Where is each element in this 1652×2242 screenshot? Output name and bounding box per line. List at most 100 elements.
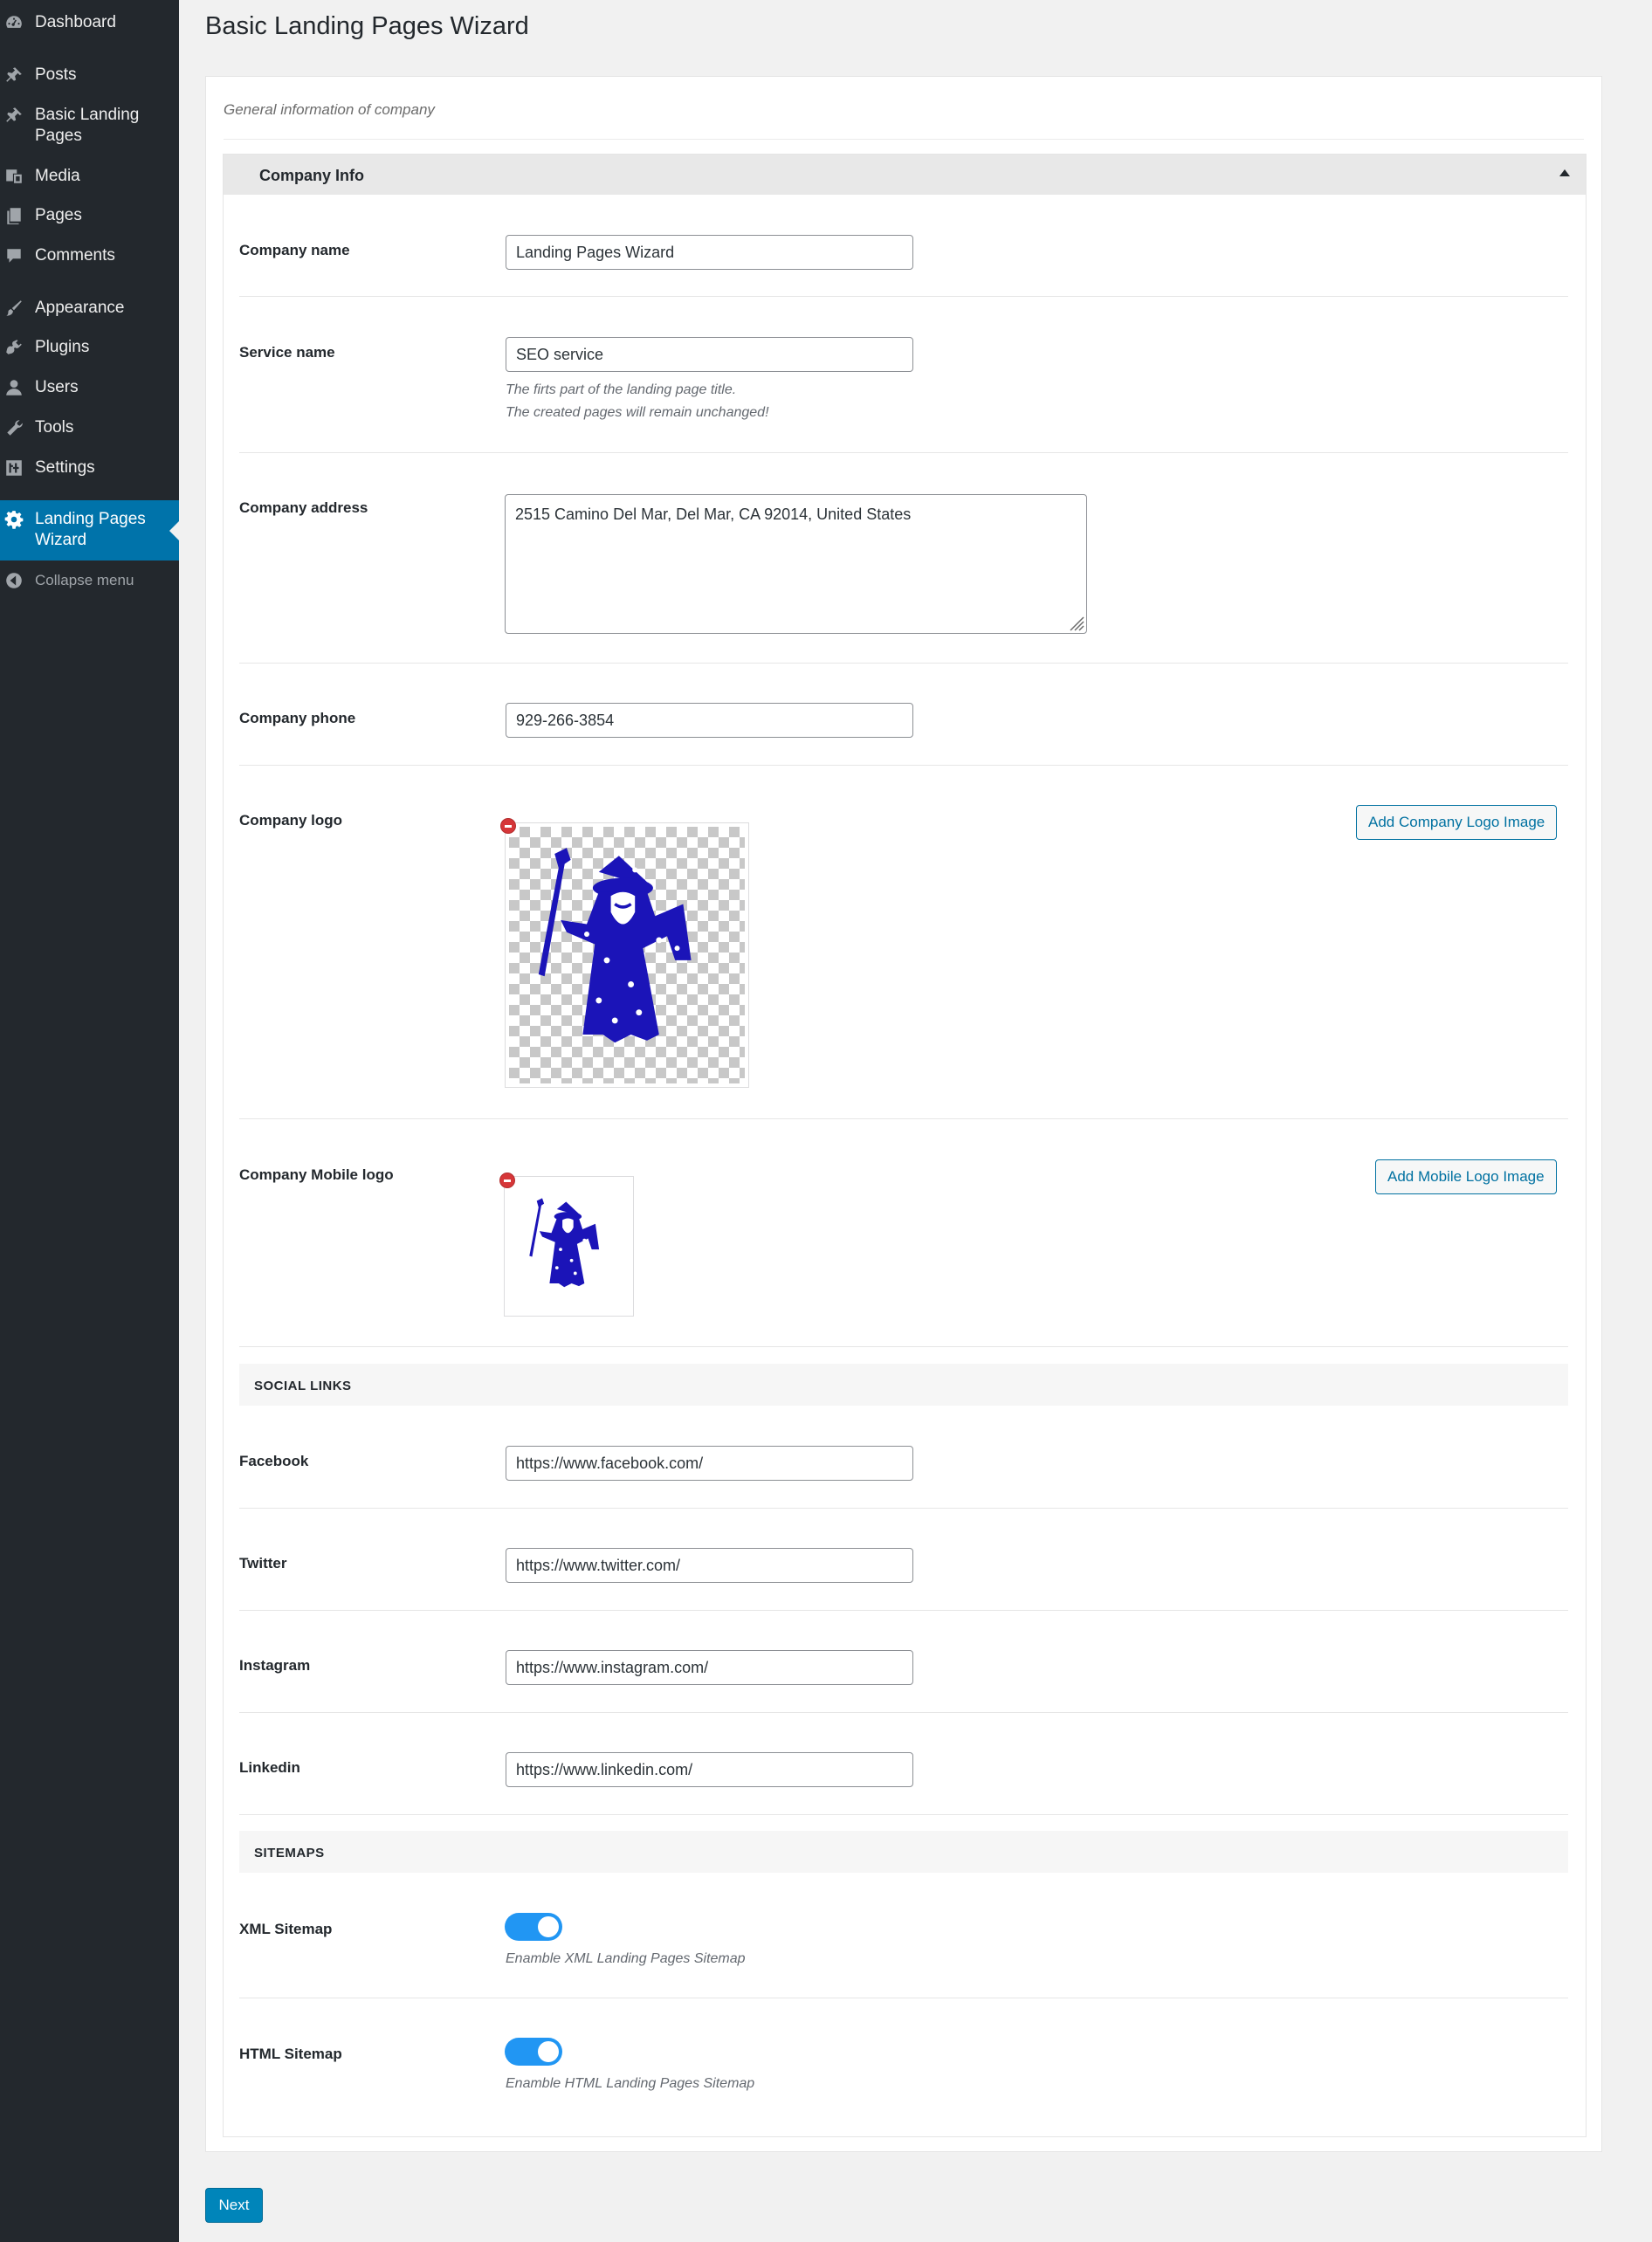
divider (239, 1508, 1568, 1509)
sidebar-item-label: Pages (35, 206, 82, 224)
sidebar-item-plugins[interactable]: Plugins (0, 337, 179, 358)
sidebar-item-appearance[interactable]: Appearance (0, 298, 179, 319)
sitemaps-subheader: SITEMAPS (239, 1831, 1568, 1873)
collapse-arrow-icon (3, 570, 24, 591)
sidebar-item-basic-landing-pages[interactable]: Basic Landing Pages (0, 105, 157, 147)
linkedin-label: Linkedin (239, 1759, 300, 1776)
sidebar-item-pages[interactable]: Pages (0, 205, 179, 226)
company-logo-label: Company logo (239, 812, 343, 829)
pushpin-icon (3, 65, 24, 86)
page-title: Basic Landing Pages Wizard (205, 12, 529, 40)
social-links-subheader: SOCIAL LINKS (239, 1364, 1568, 1406)
sidebar-item-label: Users (35, 378, 79, 396)
divider (224, 139, 1584, 140)
sidebar-item-label: Dashboard (35, 13, 116, 31)
divider (239, 1814, 1568, 1815)
section-header-company-info[interactable]: Company Info (224, 155, 1586, 195)
divider (239, 1610, 1568, 1611)
user-icon (3, 377, 24, 398)
wizard-logo-image (529, 1198, 600, 1288)
sidebar-item-label: Basic Landing Pages (35, 106, 140, 145)
sidebar-item-label: Collapse menu (35, 572, 134, 588)
service-name-help: The firts part of the landing page title… (506, 382, 737, 397)
company-phone-input[interactable]: 929-266-3854 (506, 703, 913, 738)
transparent-background (509, 827, 745, 1083)
sidebar-item-landing-pages-wizard[interactable]: Landing Pages Wizard (0, 500, 179, 560)
toggle-knob (538, 1916, 559, 1937)
xml-sitemap-toggle[interactable] (505, 1913, 562, 1941)
html-sitemap-help: Enamble HTML Landing Pages Sitemap (506, 2076, 755, 2091)
next-button[interactable]: Next (205, 2188, 263, 2223)
company-mobile-logo-label: Company Mobile logo (239, 1166, 394, 1183)
collapse-menu-button[interactable]: Collapse menu (0, 570, 179, 591)
plugin-icon (3, 337, 24, 358)
html-sitemap-label: HTML Sitemap (239, 2046, 342, 2062)
sidebar-item-label: Posts (35, 65, 77, 84)
divider (239, 765, 1568, 766)
active-indicator-arrow (169, 520, 179, 540)
company-name-input[interactable]: Landing Pages Wizard (506, 235, 913, 270)
sidebar-item-settings[interactable]: Settings (0, 457, 179, 478)
paintbrush-icon (3, 298, 24, 319)
add-company-logo-button[interactable]: Add Company Logo Image (1356, 805, 1558, 840)
sidebar-item-label: Settings (35, 458, 95, 477)
remove-logo-icon[interactable] (500, 818, 516, 834)
divider (239, 1118, 1568, 1119)
divider (239, 663, 1568, 664)
resize-handle-icon[interactable] (1065, 612, 1084, 631)
xml-sitemap-help: Enamble XML Landing Pages Sitemap (506, 1951, 746, 1966)
remove-mobile-logo-icon[interactable] (499, 1173, 515, 1188)
sidebar-item-label: Comments (35, 246, 115, 265)
html-sitemap-toggle[interactable] (505, 2038, 562, 2066)
sidebar-item-dashboard[interactable]: Dashboard (0, 12, 179, 33)
wizard-logo-image (538, 848, 692, 1043)
divider (239, 1712, 1568, 1713)
admin-sidebar: Dashboard Posts Basic Landing Pages Medi… (0, 0, 179, 2242)
dashboard-icon (3, 12, 24, 33)
mobile-logo-preview (504, 1176, 634, 1317)
sidebar-item-label: Media (35, 167, 80, 185)
section-title: Company Info (259, 167, 364, 184)
comment-icon (3, 245, 24, 266)
service-name-label: Service name (239, 344, 335, 361)
gear-icon (3, 509, 24, 530)
subheader-title: SITEMAPS (254, 1846, 325, 1860)
service-name-input[interactable]: SEO service (506, 337, 913, 372)
company-address-textarea[interactable]: 2515 Camino Del Mar, Del Mar, CA 92014, … (505, 494, 1087, 634)
instagram-url-input[interactable]: https://www.instagram.com/ (506, 1650, 913, 1685)
toggle-knob (538, 2041, 559, 2062)
divider (239, 452, 1568, 453)
page-description: General information of company (224, 101, 435, 118)
instagram-label: Instagram (239, 1657, 311, 1674)
company-address-label: Company address (239, 499, 368, 516)
twitter-label: Twitter (239, 1555, 287, 1571)
company-name-label: Company name (239, 242, 350, 258)
facebook-url-input[interactable]: https://www.facebook.com/ (506, 1446, 913, 1481)
sidebar-item-label: Appearance (35, 299, 125, 317)
company-logo-preview (505, 822, 749, 1088)
sidebar-item-label: Plugins (35, 338, 90, 356)
linkedin-url-input[interactable]: https://www.linkedin.com/ (506, 1752, 913, 1787)
media-icon (3, 166, 24, 187)
collapse-caret-icon[interactable] (1559, 169, 1570, 176)
sidebar-item-tools[interactable]: Tools (0, 417, 179, 438)
sidebar-item-posts[interactable]: Posts (0, 65, 179, 86)
sidebar-item-label: Tools (35, 418, 74, 437)
subheader-title: SOCIAL LINKS (254, 1379, 352, 1393)
sidebar-item-comments[interactable]: Comments (0, 245, 179, 266)
divider (239, 296, 1568, 297)
pages-icon (3, 205, 24, 226)
divider (239, 1346, 1568, 1347)
service-name-help-warning: The created pages will remain unchanged! (506, 405, 769, 420)
xml-sitemap-label: XML Sitemap (239, 1921, 333, 1937)
facebook-label: Facebook (239, 1453, 309, 1469)
sidebar-item-media[interactable]: Media (0, 166, 179, 187)
wrench-icon (3, 417, 24, 438)
sidebar-item-users[interactable]: Users (0, 377, 179, 398)
settings-icon (3, 457, 24, 478)
twitter-url-input[interactable]: https://www.twitter.com/ (506, 1548, 913, 1583)
company-address-value: 2515 Camino Del Mar, Del Mar, CA 92014, … (515, 505, 912, 523)
pushpin-icon (3, 105, 24, 126)
company-phone-label: Company phone (239, 710, 356, 726)
add-mobile-logo-button[interactable]: Add Mobile Logo Image (1375, 1159, 1557, 1194)
